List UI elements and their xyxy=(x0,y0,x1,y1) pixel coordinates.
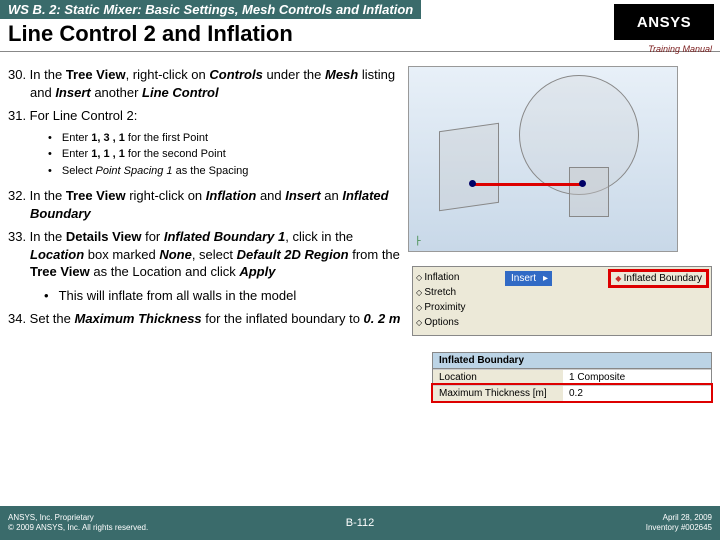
content-area: 30. In the Tree View, right-click on Con… xyxy=(0,56,720,334)
step-33-bullets: This will inflate from all walls in the … xyxy=(8,287,408,305)
footer-proprietary: ANSYS, Inc. Proprietary © 2009 ANSYS, In… xyxy=(0,513,148,534)
inlet-pipe-1 xyxy=(439,123,499,211)
submenu-item-inflated-boundary[interactable]: Inflated Boundary xyxy=(610,271,707,286)
page-title: Line Control 2 and Inflation xyxy=(0,19,720,49)
page-number: B-112 xyxy=(346,517,375,529)
tree-item-options[interactable]: Options xyxy=(416,315,500,330)
location-value[interactable]: 1 Composite xyxy=(563,370,711,385)
step-31-bullets: Enter 1, 3 , 1 for the first Point Enter… xyxy=(8,131,408,180)
tree-view: Inflation Stretch Proximity Options xyxy=(413,267,503,333)
bullet-spacing: Select Point Spacing 1 as the Spacing xyxy=(48,164,408,179)
divider xyxy=(0,51,720,52)
details-row-max-thickness: Maximum Thickness [m] 0.2 xyxy=(433,385,711,401)
step-32: 32. In the Tree View right-click on Infl… xyxy=(8,187,408,222)
context-menu-screenshot: Inflation Stretch Proximity Options Inse… xyxy=(412,266,712,336)
tree-item-stretch[interactable]: Stretch xyxy=(416,285,500,300)
details-view-panel: Inflated Boundary Location 1 Composite M… xyxy=(432,352,712,402)
max-thickness-label: Maximum Thickness [m] xyxy=(433,386,563,401)
step-34: 34. Set the Maximum Thickness for the in… xyxy=(8,310,408,328)
line-control-indicator xyxy=(473,183,583,186)
breadcrumb: WS B. 2: Static Mixer: Basic Settings, M… xyxy=(0,0,421,19)
axis-triad-icon: ├ xyxy=(415,236,421,245)
max-thickness-value[interactable]: 0.2 xyxy=(563,386,711,401)
footer-date: April 28, 2009 Inventory #002645 xyxy=(646,513,720,534)
point-marker-2 xyxy=(579,180,586,187)
tree-item-inflation[interactable]: Inflation xyxy=(416,270,500,285)
instructions-column: 30. In the Tree View, right-click on Con… xyxy=(8,66,408,334)
step-33: 33. In the Details View for Inflated Bou… xyxy=(8,228,408,281)
figures-column: ├ Inflation Stretch Proximity Options In… xyxy=(408,66,712,334)
geometry-viewport: ├ xyxy=(408,66,678,252)
point-marker-1 xyxy=(469,180,476,187)
bullet-point-1: Enter 1, 3 , 1 for the first Point xyxy=(48,131,408,146)
training-manual-label: Training Manual xyxy=(648,44,712,54)
outlet-pipe xyxy=(569,167,609,217)
tree-item-proximity[interactable]: Proximity xyxy=(416,300,500,315)
step-31: 31. For Line Control 2: xyxy=(8,107,408,125)
menu-item-insert[interactable]: Insert xyxy=(505,271,552,286)
step-30: 30. In the Tree View, right-click on Con… xyxy=(8,66,408,101)
slide-header: WS B. 2: Static Mixer: Basic Settings, M… xyxy=(0,0,720,56)
ansys-logo: ANSYS xyxy=(614,4,714,40)
details-panel-title: Inflated Boundary xyxy=(433,353,711,369)
bullet-inflate-note: This will inflate from all walls in the … xyxy=(44,287,408,305)
location-label: Location xyxy=(433,370,563,385)
details-row-location: Location 1 Composite xyxy=(433,369,711,385)
slide-footer: ANSYS, Inc. Proprietary © 2009 ANSYS, In… xyxy=(0,506,720,540)
bullet-point-2: Enter 1, 1 , 1 for the second Point xyxy=(48,147,408,162)
